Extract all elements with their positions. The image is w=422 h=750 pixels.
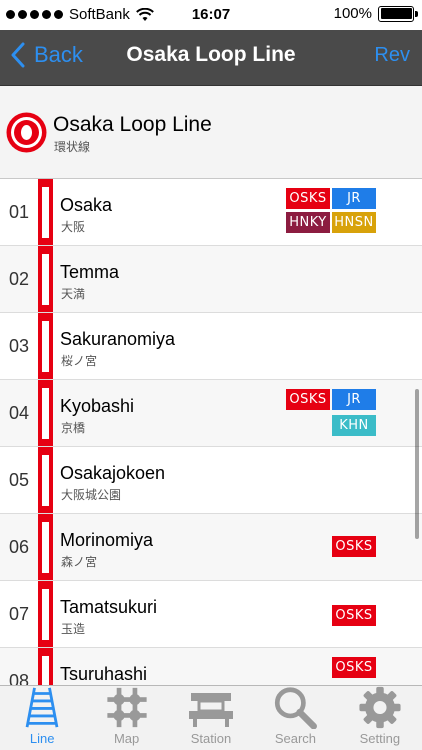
station-name: Tsuruhashi xyxy=(60,664,148,684)
line-color-bar xyxy=(38,514,53,580)
transfer-badge-jr: JR xyxy=(332,389,376,410)
status-bar: SoftBank 16:07 100% xyxy=(0,0,422,30)
station-name: Temma xyxy=(60,262,120,282)
station-name-japanese: 大阪 xyxy=(61,220,86,234)
station-icon xyxy=(189,693,234,727)
line-color-bar xyxy=(38,179,53,245)
tab-setting-label: Setting xyxy=(359,731,401,746)
scroll-indicator[interactable] xyxy=(415,389,419,539)
magnifier-icon xyxy=(275,687,318,729)
transfer-badge-osks: OSKS xyxy=(332,657,376,678)
station-number: 07 xyxy=(9,604,30,624)
station-row-kyobashi[interactable]: 04 Kyobashi 京橋 OSKS JR KHN xyxy=(0,380,422,447)
station-row-tsuruhashi[interactable]: 08 Tsuruhashi OSKS xyxy=(0,648,422,685)
tab-search-label: Search xyxy=(274,731,317,746)
tab-bar: Line Map Station Search Setting xyxy=(0,685,422,750)
line-name: Osaka Loop Line xyxy=(53,113,212,136)
station-number: 08 xyxy=(9,671,30,685)
line-name-japanese: 環状線 xyxy=(54,140,91,154)
station-number: 02 xyxy=(9,269,30,289)
line-color-bar xyxy=(38,447,53,513)
station-number: 03 xyxy=(9,336,30,356)
station-name-japanese: 天満 xyxy=(61,287,86,301)
tab-station-label: Station xyxy=(190,731,232,746)
tab-line[interactable]: Line xyxy=(0,686,84,750)
transfer-badge-osks: OSKS xyxy=(332,605,376,626)
transfer-badge-osks: OSKS xyxy=(286,389,330,410)
page-title: Osaka Loop Line xyxy=(126,43,296,66)
tab-station[interactable]: Station xyxy=(169,686,253,750)
station-number: 05 xyxy=(9,470,30,490)
station-name: Tamatsukuri xyxy=(60,597,158,617)
transfer-badge-osks: OSKS xyxy=(332,536,376,557)
station-number: 04 xyxy=(9,403,30,423)
tab-line-label: Line xyxy=(29,731,55,746)
station-name: Morinomiya xyxy=(60,530,154,550)
station-name-japanese: 森ノ宮 xyxy=(61,555,98,569)
station-number: 06 xyxy=(9,537,30,557)
transfer-badge-osks: OSKS xyxy=(286,188,330,209)
station-name-japanese: 大阪城公園 xyxy=(61,488,122,502)
station-list[interactable]: 01 Osaka 大阪 OSKS JR HNKY HNSN 02 Temma 天… xyxy=(0,179,422,685)
line-color-bar xyxy=(38,380,53,446)
station-name-japanese: 玉造 xyxy=(61,622,86,636)
station-row-tamatsukuri[interactable]: 07 Tamatsukuri 玉造 OSKS xyxy=(0,581,422,648)
station-row-osaka[interactable]: 01 Osaka 大阪 OSKS JR HNKY HNSN xyxy=(0,179,422,246)
transfer-badge-jr: JR xyxy=(332,188,376,209)
line-color-bar xyxy=(38,581,53,647)
transfer-badge-hnsn: HNSN xyxy=(332,212,376,233)
station-row-morinomiya[interactable]: 06 Morinomiya 森ノ宮 OSKS xyxy=(0,514,422,581)
station-number: 01 xyxy=(9,202,30,222)
station-name: Sakuranomiya xyxy=(60,329,176,349)
station-name: Kyobashi xyxy=(60,396,135,416)
line-color-bar xyxy=(38,313,53,379)
station-name-japanese: 桜ノ宮 xyxy=(61,354,98,368)
tab-setting[interactable]: Setting xyxy=(338,686,422,750)
station-name: Osaka xyxy=(60,195,113,215)
line-color-bar xyxy=(38,648,53,685)
transfer-badge-hnky: HNKY xyxy=(286,212,330,233)
line-header: Osaka Loop Line 環状線 xyxy=(0,86,422,179)
transfer-badge-khn: KHN xyxy=(332,415,376,436)
tab-search[interactable]: Search xyxy=(253,686,337,750)
station-row-temma[interactable]: 02 Temma 天満 xyxy=(0,246,422,313)
station-name-japanese: 京橋 xyxy=(61,421,86,435)
station-name: Osakajokoen xyxy=(60,463,166,483)
tab-map[interactable]: Map xyxy=(84,686,168,750)
station-row-osakajokoen[interactable]: 05 Osakajokoen 大阪城公園 xyxy=(0,447,422,514)
gear-icon xyxy=(359,686,401,729)
rail-track-icon xyxy=(25,687,59,728)
battery-percent: 100% xyxy=(333,5,372,22)
navigation-bar: Back Osaka Loop Line Rev xyxy=(0,30,422,86)
station-row-sakuranomiya[interactable]: 03 Sakuranomiya 桜ノ宮 xyxy=(0,313,422,380)
loop-line-logo-icon xyxy=(6,112,47,153)
battery-icon xyxy=(378,5,418,22)
line-color-bar xyxy=(38,246,53,312)
reverse-button[interactable]: Rev xyxy=(374,44,410,67)
tab-map-label: Map xyxy=(113,731,140,746)
map-grid-icon xyxy=(106,687,147,728)
battery-info: 100% xyxy=(333,5,418,22)
